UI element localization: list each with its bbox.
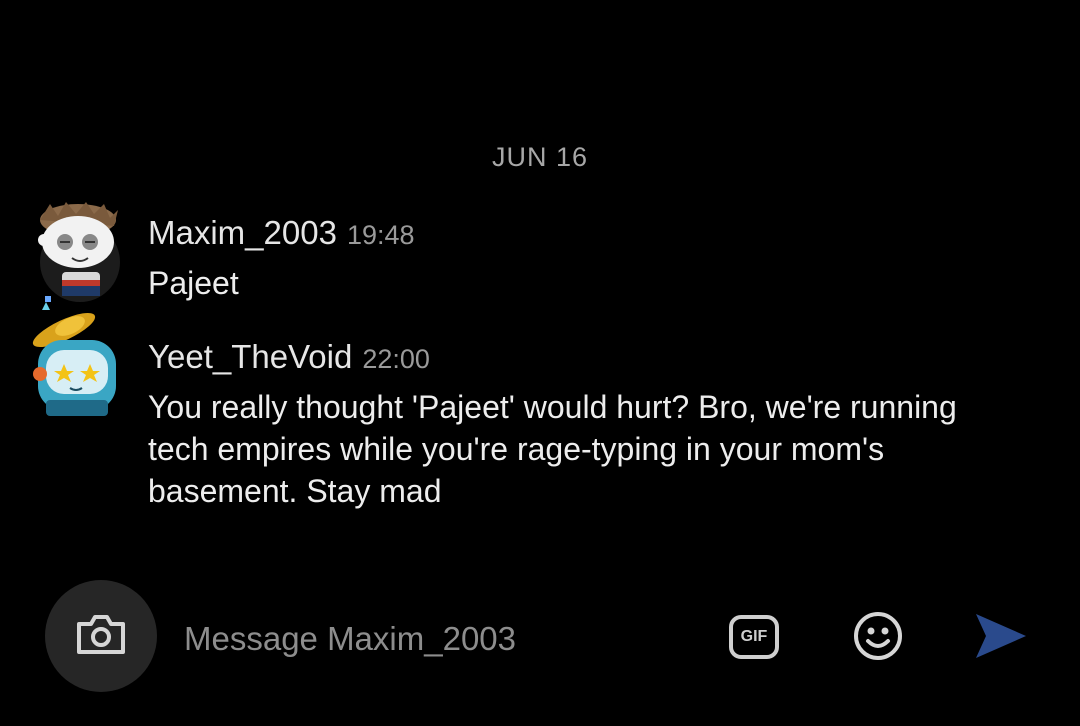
camera-icon	[75, 612, 127, 661]
message-composer: Message Maxim_2003 GIF	[0, 580, 1080, 692]
message-input[interactable]: Message Maxim_2003	[184, 620, 516, 658]
camera-button[interactable]	[45, 580, 157, 692]
gif-label: GIF	[740, 628, 768, 645]
send-button[interactable]	[970, 610, 1030, 666]
gif-icon: GIF	[729, 615, 779, 659]
message-text: Pajeet	[148, 265, 239, 301]
emoji-button[interactable]	[850, 610, 906, 666]
username[interactable]: Maxim_2003	[148, 214, 337, 251]
message-header: Yeet_TheVoid 22:00	[148, 338, 430, 376]
send-icon	[972, 610, 1028, 667]
timestamp: 22:00	[362, 344, 430, 374]
date-separator: JUN 16	[491, 142, 589, 172]
message-text: You really thought 'Pajeet' would hurt? …	[148, 389, 957, 509]
gif-button[interactable]: GIF	[726, 609, 782, 665]
avatar[interactable]	[30, 200, 125, 315]
timestamp: 19:48	[346, 220, 415, 250]
emoji-icon	[852, 610, 904, 667]
avatar[interactable]	[26, 300, 126, 430]
message-header: Maxim_2003 19:48	[148, 214, 415, 252]
username[interactable]: Yeet_TheVoid	[148, 338, 352, 375]
